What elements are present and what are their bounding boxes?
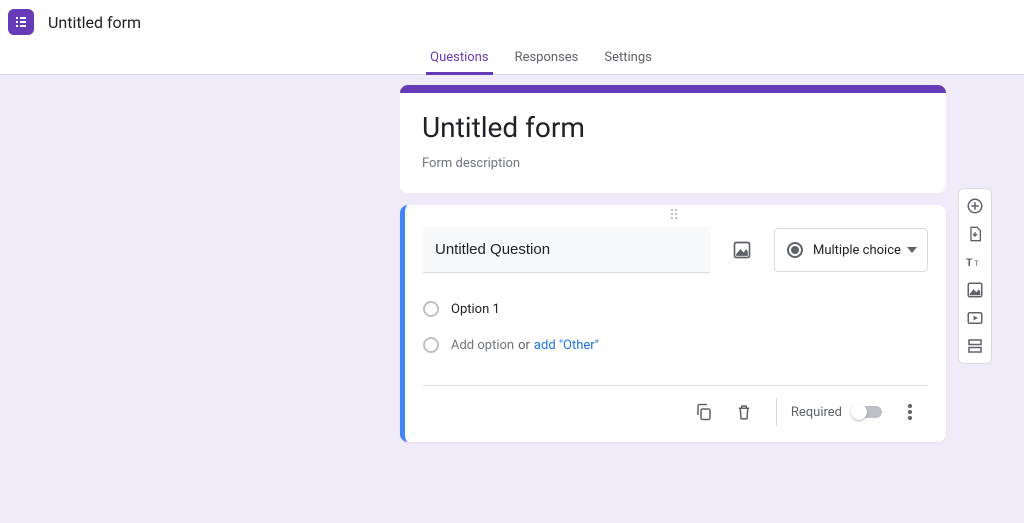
- separator: [776, 398, 777, 426]
- form-description[interactable]: Form description: [422, 156, 924, 171]
- option-radio-icon: [423, 337, 439, 353]
- question-input[interactable]: [423, 227, 710, 273]
- add-option-row: Add option or add "Other": [423, 327, 928, 363]
- image-icon: [966, 281, 984, 299]
- tab-questions[interactable]: Questions: [426, 44, 492, 75]
- delete-button[interactable]: [726, 394, 762, 430]
- more-options-button[interactable]: [892, 394, 928, 430]
- canvas: Untitled form Form description ⠿ Multipl…: [0, 75, 1024, 442]
- option-row[interactable]: Option 1: [423, 291, 928, 327]
- question-row: Multiple choice: [423, 227, 928, 273]
- drag-handle-icon[interactable]: ⠿: [423, 205, 928, 227]
- tabs: Questions Responses Settings: [426, 44, 656, 75]
- add-image-to-question-button[interactable]: [724, 232, 760, 268]
- question-footer: Required: [423, 385, 928, 430]
- trash-icon: [735, 403, 753, 421]
- add-section-button[interactable]: [961, 335, 989, 357]
- section-icon: [966, 337, 984, 355]
- title-card[interactable]: Untitled form Form description: [400, 85, 946, 193]
- tab-settings[interactable]: Settings: [600, 44, 655, 75]
- document-title[interactable]: Untitled form: [48, 13, 141, 32]
- forms-logo-icon: [14, 15, 28, 29]
- add-option-button[interactable]: Add option: [451, 338, 514, 353]
- form-title[interactable]: Untitled form: [422, 111, 924, 144]
- add-video-button[interactable]: [961, 307, 989, 329]
- type-select-left: Multiple choice: [787, 242, 901, 258]
- add-title-button[interactable]: TT: [961, 251, 989, 273]
- import-icon: [967, 225, 983, 243]
- header-row1: Untitled form: [0, 0, 1024, 44]
- header-row2: Questions Responses Settings: [0, 44, 1024, 75]
- header: Untitled form Questions Responses Settin…: [0, 0, 1024, 75]
- tab-responses[interactable]: Responses: [511, 44, 583, 75]
- side-toolbar: TT: [958, 188, 992, 364]
- add-image-button[interactable]: [961, 279, 989, 301]
- video-icon: [966, 309, 984, 327]
- title-icon: TT: [966, 255, 984, 269]
- plus-circle-icon: [966, 197, 984, 215]
- type-select-label: Multiple choice: [813, 243, 901, 258]
- form-column: Untitled form Form description ⠿ Multipl…: [400, 85, 946, 442]
- chevron-down-icon: [907, 247, 917, 253]
- add-question-button[interactable]: [961, 195, 989, 217]
- radio-icon: [787, 242, 803, 258]
- option-label[interactable]: Option 1: [451, 302, 500, 317]
- question-type-select[interactable]: Multiple choice: [774, 228, 928, 272]
- options-list: Option 1 Add option or add "Other": [423, 291, 928, 363]
- question-card[interactable]: ⠿ Multiple choice: [400, 205, 946, 442]
- add-other-button[interactable]: add "Other": [534, 338, 599, 353]
- copy-icon: [695, 403, 713, 421]
- svg-text:T: T: [974, 259, 979, 268]
- duplicate-button[interactable]: [686, 394, 722, 430]
- svg-text:T: T: [966, 256, 973, 269]
- or-label: or: [518, 338, 530, 353]
- forms-logo[interactable]: [8, 9, 34, 35]
- image-icon: [732, 240, 752, 260]
- required-toggle[interactable]: [852, 406, 882, 418]
- required-label: Required: [791, 405, 842, 420]
- import-questions-button[interactable]: [961, 223, 989, 245]
- option-radio-icon: [423, 301, 439, 317]
- more-vertical-icon: [908, 404, 912, 420]
